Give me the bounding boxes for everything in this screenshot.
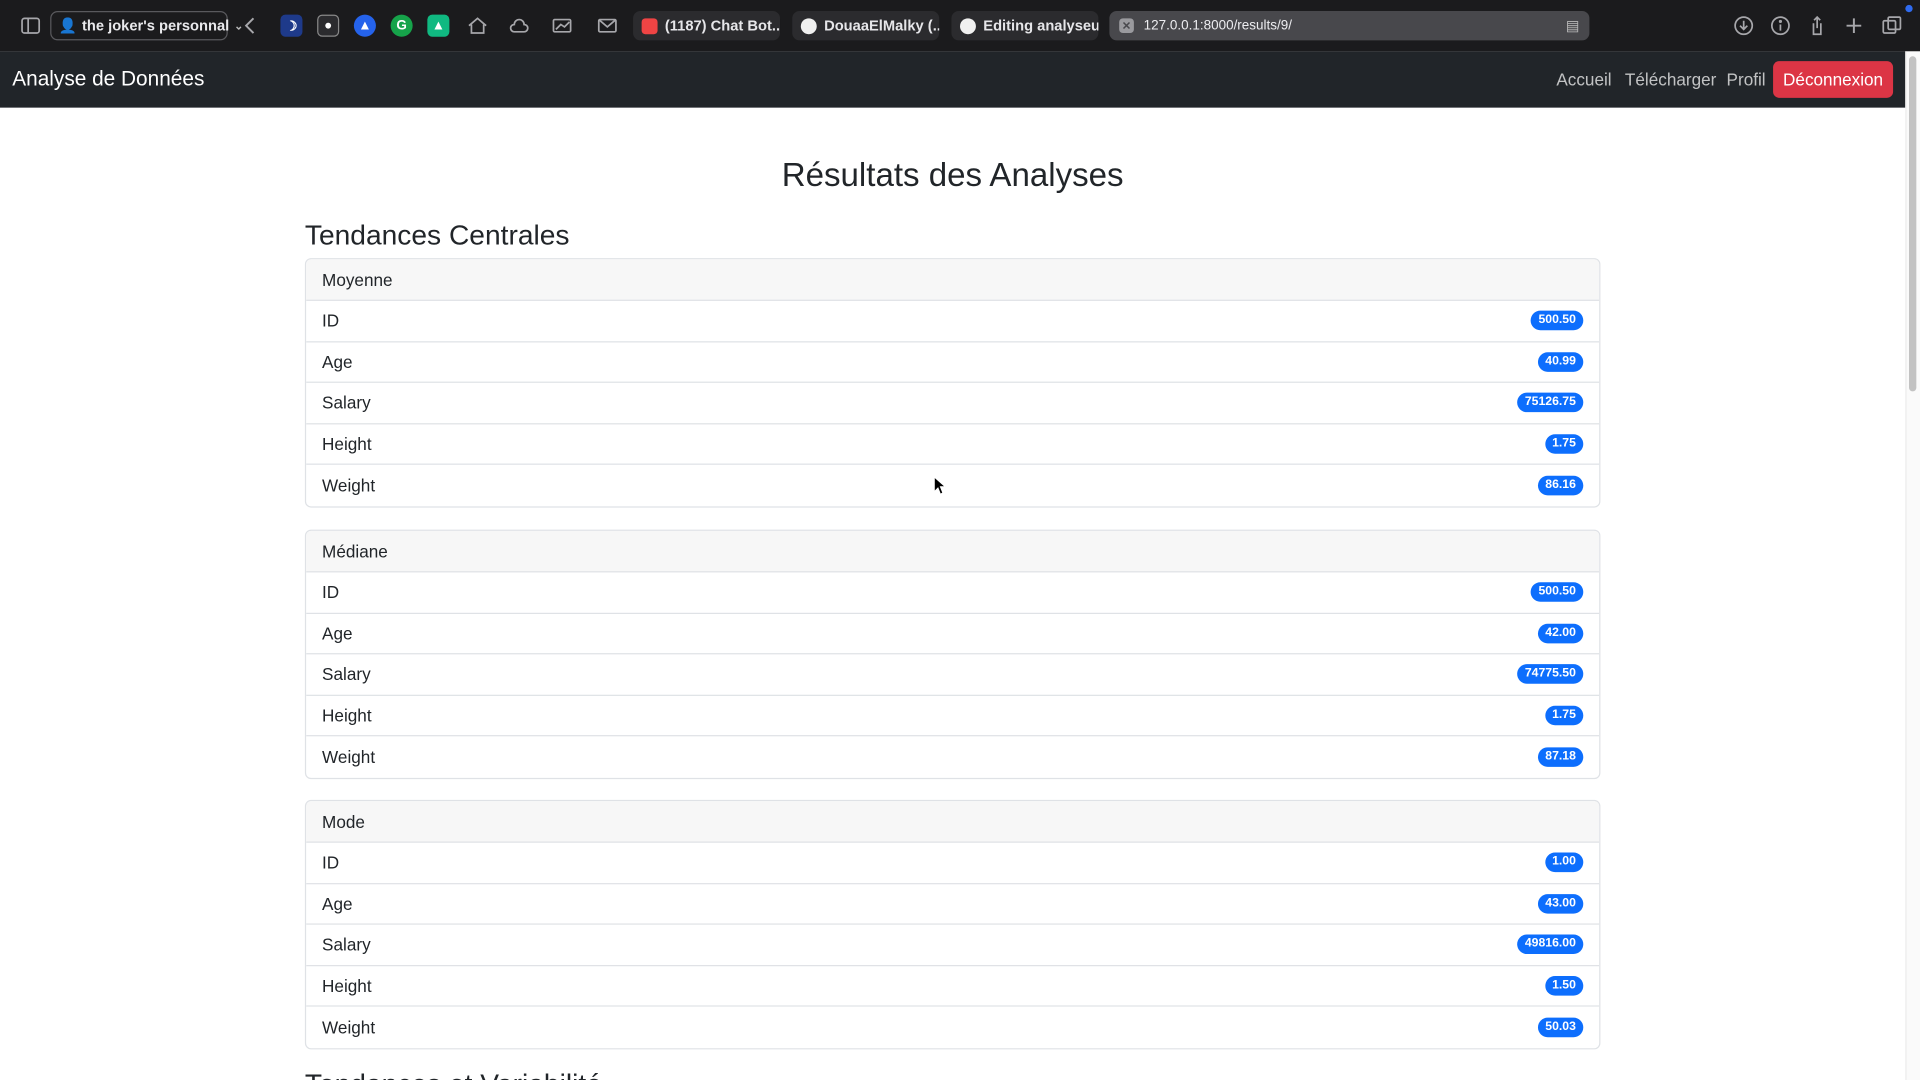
value-badge: 500.50 [1531,310,1584,331]
value-badge: 74775.50 [1517,664,1584,685]
bookmark-flame-icon[interactable]: ▲ [353,14,376,37]
github-icon [800,17,817,34]
row-label: Age [322,893,353,914]
bookmark-moon-icon[interactable]: ☽ [280,14,303,37]
info-icon[interactable] [1768,13,1792,37]
list-item: Age 42.00 [306,613,1600,655]
value-badge: 50.03 [1537,1017,1584,1037]
value-badge: 43.00 [1537,893,1584,914]
screen: 👤 the joker's personnal ⌄ ☽ ● ▲ G ▲ (118… [0,0,1920,1080]
person-icon: 👤 [58,17,78,35]
cloud-icon[interactable] [507,13,531,37]
stat-card-mean: Moyenne ID 500.50 Age 40.99 Salary 75126.75… [304,258,1601,507]
brand[interactable]: Analyse de Données [12,67,204,91]
list-item: ID 1.00 [306,843,1600,884]
section-title: Tendances Centrales [304,218,570,251]
sidebar-toggle-icon[interactable] [18,13,42,37]
list-item: Age 40.99 [306,342,1600,383]
list-item: ID 500.50 [306,572,1600,614]
bookmark-app-icon[interactable]: ▲ [427,14,450,37]
mouse-cursor-icon [933,475,946,495]
stat-card-mode: Mode ID 1.00 Age 43.00 Salary 49816.00 Heig… [304,799,1601,1049]
nav-home[interactable]: Accueil [1556,70,1611,90]
value-badge: 40.99 [1537,351,1584,372]
row-label: Height [322,705,372,725]
new-tab-icon[interactable] [1842,13,1866,37]
row-label: Age [322,351,353,372]
list-item: Weight 86.16 [306,465,1599,506]
row-label: Weight [322,475,376,496]
row-label: Salary [322,934,371,955]
card-header: Mode [306,801,1600,843]
github-icon [960,17,976,34]
row-label: ID [322,310,340,331]
list-item: Salary 75126.75 [306,383,1600,424]
scrollbar-thumb[interactable] [1908,56,1917,392]
value-badge: 49816.00 [1517,934,1584,955]
profile-selector[interactable]: 👤 the joker's personnal ⌄ [50,11,243,41]
row-label: Height [322,433,372,454]
mail-icon[interactable] [595,13,619,37]
list-item: Salary 74775.50 [306,654,1600,696]
next-section-title: Tendances et Variabilité [305,1068,602,1080]
value-badge: 500.50 [1531,582,1584,603]
row-label: ID [322,852,340,873]
home-icon[interactable] [465,13,489,37]
list-item: Height 1.75 [306,424,1600,465]
reader-icon[interactable]: ▤ [1566,17,1580,34]
tab-label: (1187) Chat Bot... [664,17,781,35]
row-label: Salary [322,392,371,413]
stat-card-median: Médiane ID 500.50 Age 42.00 Salary 74775.50… [304,529,1601,779]
row-label: Weight [322,747,376,767]
bookmark-g-icon[interactable]: G [390,14,413,37]
tab-overview-icon[interactable] [1880,13,1904,37]
nav-profile[interactable]: Profil [1727,70,1766,90]
row-label: Salary [322,664,371,685]
back-icon[interactable] [239,13,263,37]
list-item: Weight 50.03 [306,1007,1599,1048]
list-item: Height 1.50 [306,966,1600,1007]
url-text: 127.0.0.1:8000/results/9/ [1143,18,1292,34]
value-badge: 86.16 [1537,475,1584,496]
value-badge: 87.18 [1537,747,1584,767]
share-icon[interactable] [1805,13,1829,37]
close-tab-icon[interactable]: ✕ [1119,18,1134,34]
logout-button[interactable]: Déconnexion [1773,61,1894,98]
profile-name: the joker's personnal [81,17,230,35]
page-title: Résultats des Analyses [781,156,1124,194]
list-item: Height 1.75 [306,695,1600,737]
value-badge: 1.00 [1544,852,1584,873]
row-label: ID [322,582,340,603]
row-label: Age [322,623,353,644]
app-navbar: Analyse de Données Accueil Télécharger P… [0,51,1906,108]
download-icon[interactable] [1731,13,1755,37]
list-item: ID 500.50 [306,301,1600,342]
tab-editing[interactable]: Editing analyseu... [951,11,1099,41]
address-bar[interactable]: ✕ 127.0.0.1:8000/results/9/ ▤ [1109,11,1590,41]
chart-icon[interactable] [550,13,574,37]
tab-label: DouaaElMalky (... [824,17,940,35]
value-badge: 75126.75 [1517,392,1584,413]
browser-toolbar: 👤 the joker's personnal ⌄ ☽ ● ▲ G ▲ (118… [0,0,1920,52]
list-item: Age 43.00 [306,884,1600,925]
bookmark-globe-icon[interactable]: ● [317,14,340,37]
card-header: Moyenne [306,259,1600,301]
tab-label: Editing analyseu... [983,17,1099,35]
value-badge: 1.50 [1544,975,1584,996]
value-badge: 42.00 [1537,623,1584,644]
value-badge: 1.75 [1544,433,1584,454]
tab-github-profile[interactable]: DouaaElMalky (... [792,11,940,41]
list-item: Weight 87.18 [306,736,1599,777]
list-item: Salary 49816.00 [306,925,1600,966]
tab-chat-bot[interactable]: (1187) Chat Bot... [633,11,781,41]
youtube-icon [641,17,658,34]
nav-upload[interactable]: Télécharger [1625,70,1716,90]
row-label: Height [322,975,372,996]
notification-dot [1905,4,1913,13]
value-badge: 1.75 [1544,705,1584,725]
card-header: Médiane [306,530,1600,573]
row-label: Weight [322,1017,376,1037]
